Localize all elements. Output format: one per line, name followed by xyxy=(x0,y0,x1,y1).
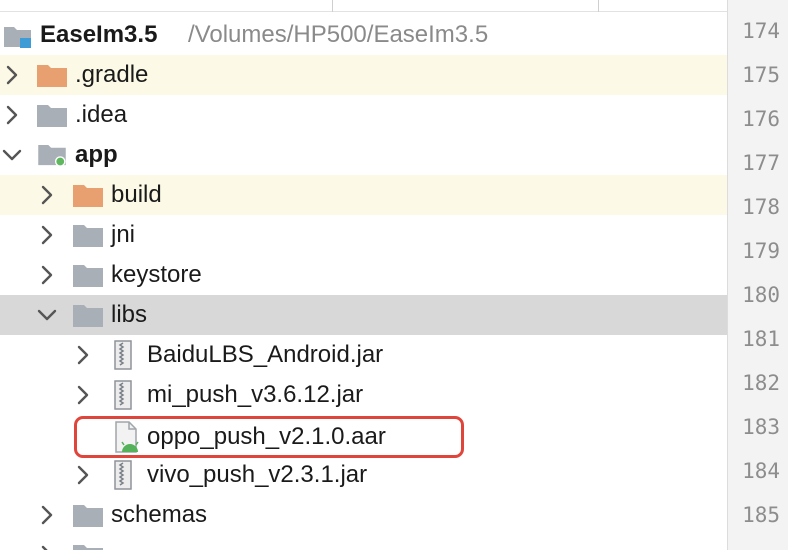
folder-gray-icon xyxy=(37,105,67,127)
tree-item-app[interactable]: app xyxy=(0,135,727,175)
folder-gray-icon xyxy=(73,225,103,247)
line-number: 174 xyxy=(742,19,780,43)
chevron-right-icon[interactable] xyxy=(0,62,24,88)
chevron-right-icon[interactable] xyxy=(0,102,24,128)
jar-icon xyxy=(114,460,132,490)
tree-item-schemas[interactable]: schemas xyxy=(0,495,727,535)
line-number: 179 xyxy=(742,239,780,263)
chevron-right-icon[interactable] xyxy=(35,502,59,528)
chevron-right-icon[interactable] xyxy=(71,462,95,488)
tree-item-keystore[interactable]: keystore xyxy=(0,255,727,295)
project-root-icon xyxy=(3,25,33,54)
line-number: 178 xyxy=(742,195,780,219)
chevron-down-icon[interactable] xyxy=(0,142,24,168)
tree-item-label: libs xyxy=(111,301,148,328)
tree-item-build[interactable]: build xyxy=(0,175,727,215)
folder-gray-icon xyxy=(73,505,103,527)
tree-item-gradle[interactable]: .gradle xyxy=(0,55,727,95)
folder-orange-icon xyxy=(37,65,67,87)
tree-item-label: BaiduLBS_Android.jar xyxy=(147,341,384,368)
line-number: 184 xyxy=(742,459,780,483)
folder-gray-icon xyxy=(73,545,103,550)
tree-item-idea[interactable]: .idea xyxy=(0,95,727,135)
tree-item-label: keystore xyxy=(111,261,202,288)
line-number: 183 xyxy=(742,415,780,439)
column-divider xyxy=(332,0,333,12)
annotation-highlight-box xyxy=(74,416,464,458)
chevron-right-icon[interactable] xyxy=(35,262,59,288)
project-path: /Volumes/HP500/EaseIm3.5 xyxy=(188,21,489,48)
tree-item-label: vivo_push_v2.3.1.jar xyxy=(147,461,368,488)
chevron-right-icon[interactable] xyxy=(35,542,59,550)
folder-orange-icon xyxy=(73,185,103,207)
editor-line-gutter: 174 175 176 177 178 179 180 181 182 183 … xyxy=(727,0,788,550)
line-number: 182 xyxy=(742,371,780,395)
line-number: 181 xyxy=(742,327,780,351)
chevron-down-icon[interactable] xyxy=(35,302,59,328)
tree-item-label: jni xyxy=(111,221,136,248)
chevron-right-icon[interactable] xyxy=(35,182,59,208)
line-number: 176 xyxy=(742,107,780,131)
tree-item-baidulbs-jar[interactable]: BaiduLBS_Android.jar xyxy=(0,335,727,375)
tree-item-label: build xyxy=(111,181,162,208)
chevron-right-icon[interactable] xyxy=(35,222,59,248)
tree-item-libs[interactable]: libs xyxy=(0,295,727,335)
column-divider xyxy=(598,0,599,12)
tree-item-label: app xyxy=(75,141,118,168)
tree-item-label: mi_push_v3.6.12.jar xyxy=(147,381,364,408)
jar-icon xyxy=(114,340,132,370)
tree-item-label: schemas xyxy=(111,501,208,528)
jar-icon xyxy=(114,380,132,410)
folder-gray-icon xyxy=(73,265,103,287)
project-tree-panel: EaseIm3.5 /Volumes/HP500/EaseIm3.5 .grad… xyxy=(0,0,727,550)
chevron-right-icon[interactable] xyxy=(71,382,95,408)
line-number: 180 xyxy=(742,283,780,307)
tree-item-cutoff[interactable] xyxy=(0,535,727,550)
project-name: EaseIm3.5 xyxy=(40,21,158,48)
tree-item-jni[interactable]: jni xyxy=(0,215,727,255)
tree-item-label: .idea xyxy=(75,101,128,128)
panel-top-border xyxy=(0,0,727,12)
line-number: 177 xyxy=(742,151,780,175)
line-number: 185 xyxy=(742,503,780,527)
tree-item-vivopush-jar[interactable]: vivo_push_v2.3.1.jar xyxy=(0,455,727,495)
folder-gray-icon xyxy=(73,305,103,327)
tree-item-mipush-jar[interactable]: mi_push_v3.6.12.jar xyxy=(0,375,727,415)
chevron-right-icon[interactable] xyxy=(71,342,95,368)
tree-item-label: .gradle xyxy=(75,61,149,88)
line-number: 175 xyxy=(742,63,780,87)
module-folder-icon xyxy=(38,145,66,167)
tree-root-row[interactable]: EaseIm3.5 /Volumes/HP500/EaseIm3.5 xyxy=(0,15,727,55)
